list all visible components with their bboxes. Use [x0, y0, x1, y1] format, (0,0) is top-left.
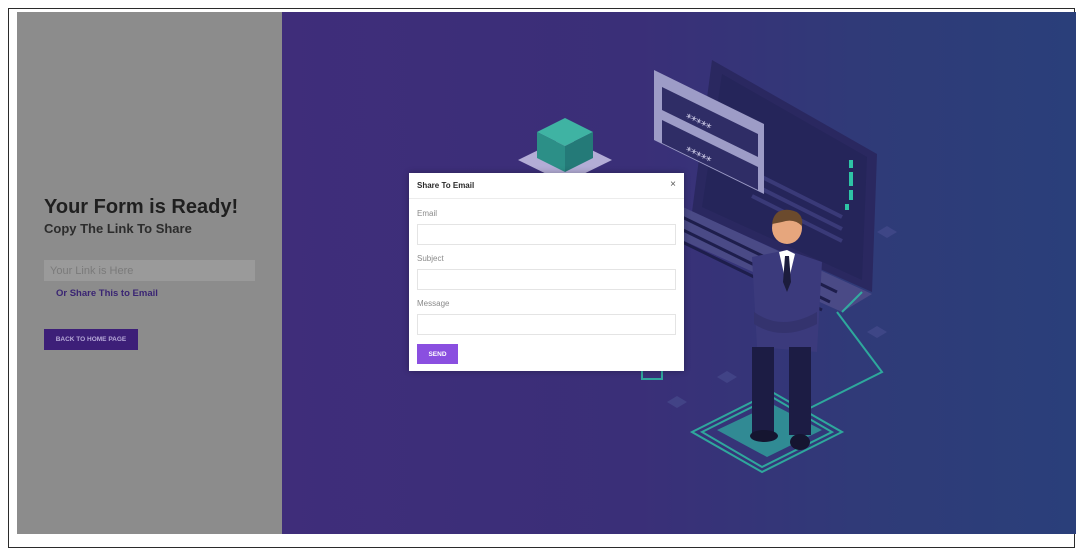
send-button[interactable]: SEND — [417, 344, 458, 364]
subject-label: Subject — [417, 254, 444, 263]
share-link-input[interactable] — [44, 260, 255, 281]
close-icon[interactable]: × — [670, 180, 676, 190]
email-label: Email — [417, 209, 438, 218]
message-label: Message — [417, 299, 450, 308]
subject-field[interactable] — [417, 269, 676, 290]
share-email-modal: Share To Email × Email Subject Message S… — [409, 173, 684, 371]
email-field[interactable] — [417, 224, 676, 245]
page-subtitle: Copy The Link To Share — [44, 221, 192, 236]
share-to-email-link[interactable]: Or Share This to Email — [56, 288, 158, 299]
page-title: Your Form is Ready! — [44, 196, 239, 218]
modal-header: Share To Email × — [409, 173, 684, 199]
back-to-home-button[interactable]: BACK TO HOME PAGE — [44, 329, 138, 350]
message-field[interactable] — [417, 314, 676, 335]
modal-title: Share To Email — [417, 181, 475, 190]
